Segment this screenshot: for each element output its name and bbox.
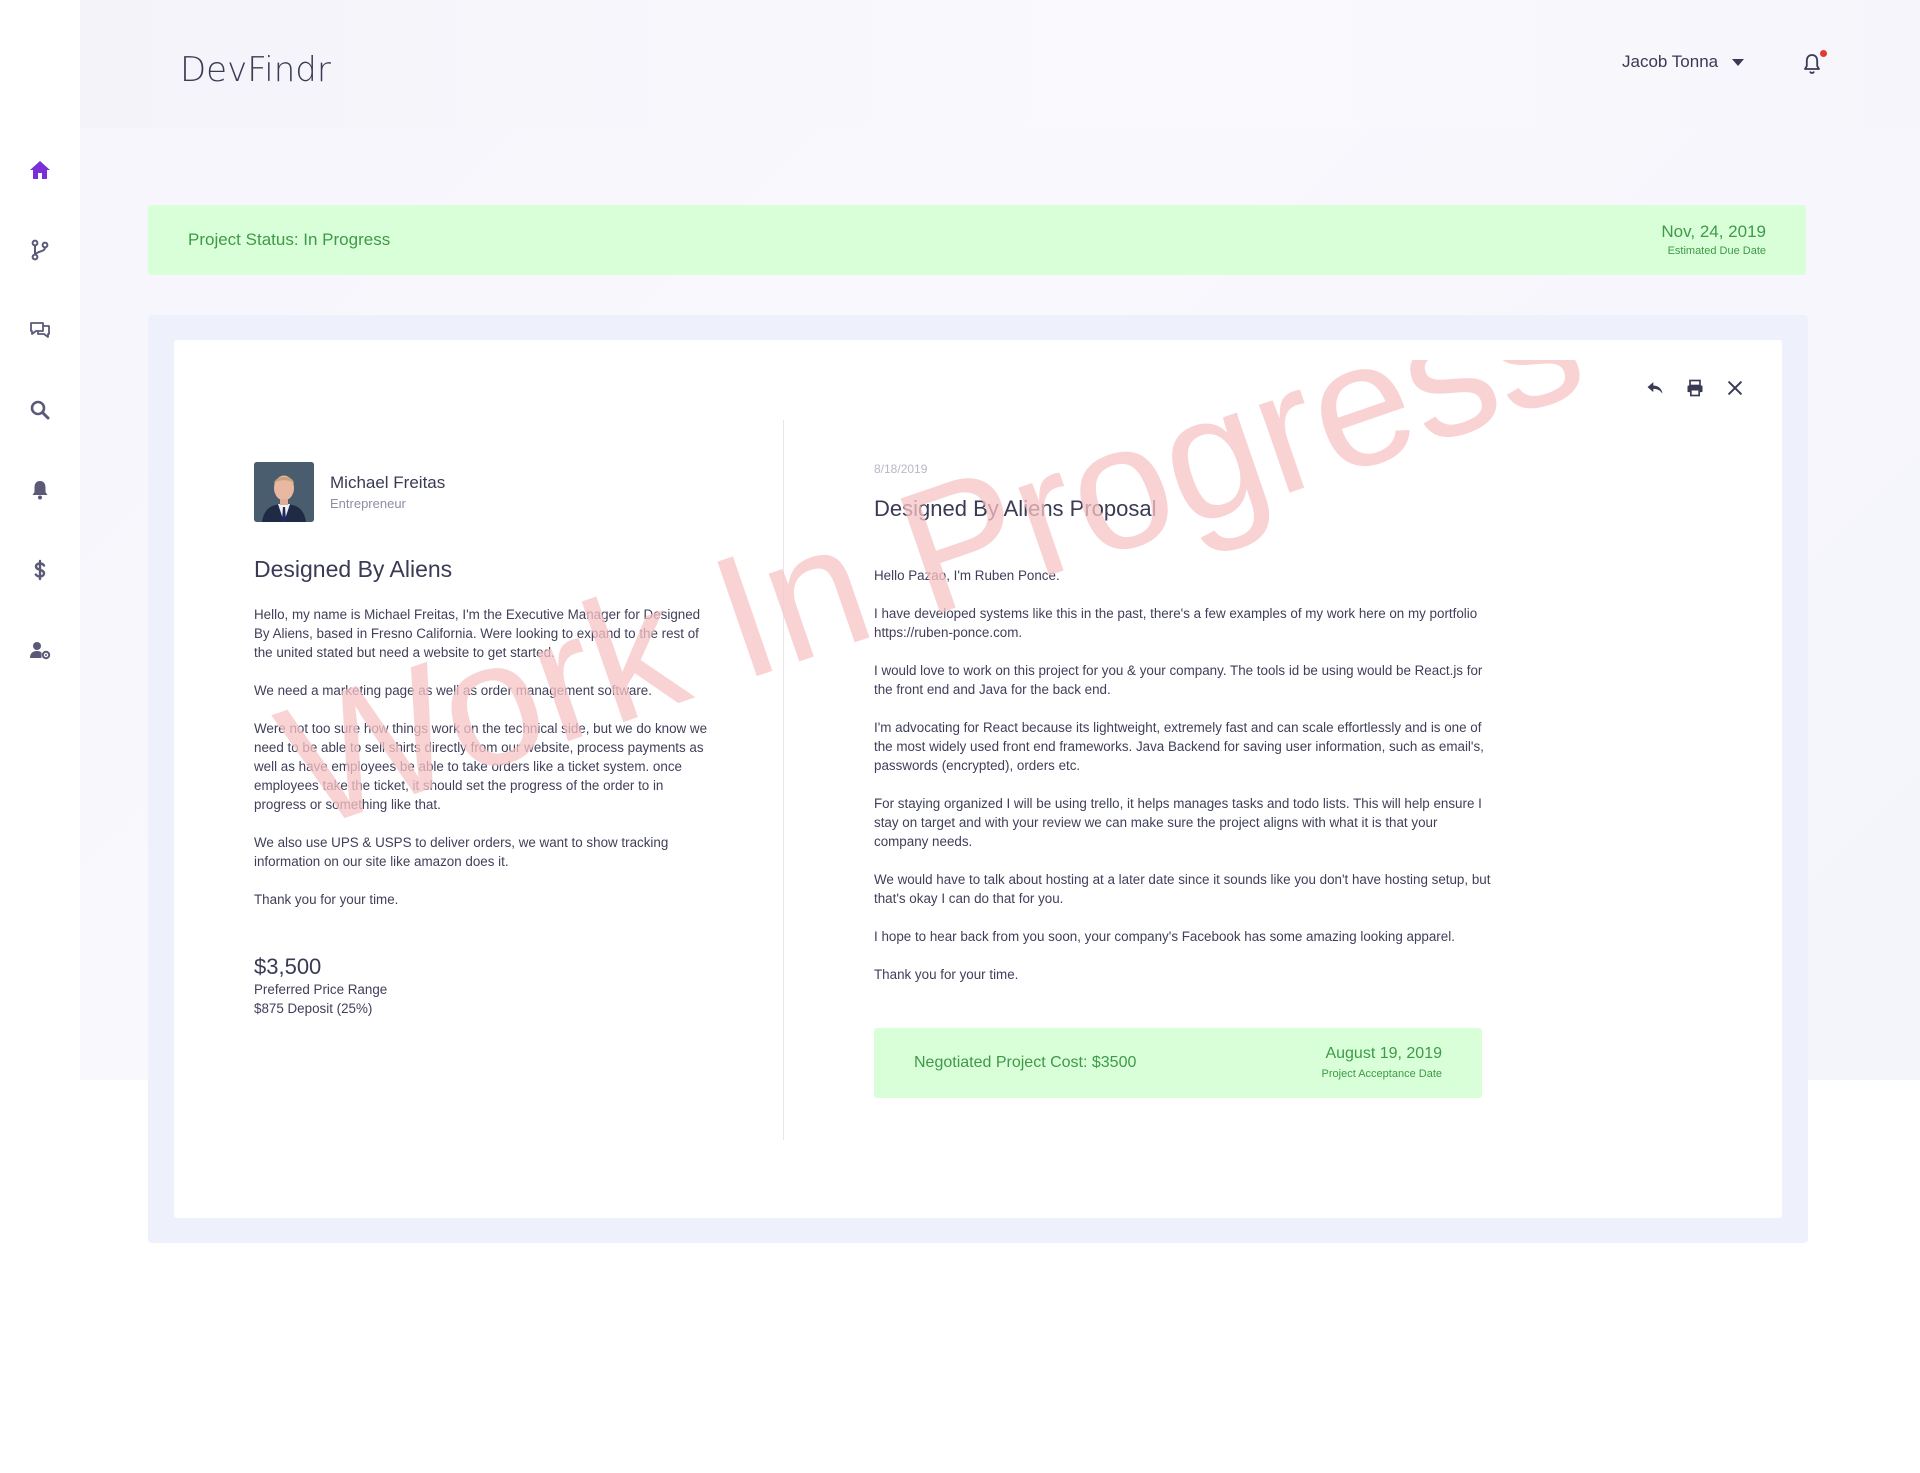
client-paragraph: We also use UPS & USPS to deliver orders… [254,835,669,869]
acceptance-date-label: Project Acceptance Date [1321,1068,1442,1080]
estimated-due-date-label: Estimated Due Date [1667,245,1766,257]
user-name: Jacob Tonna [1622,52,1719,71]
client-paragraph: Thank you for your time. [254,892,399,907]
nav-account-settings[interactable] [20,630,60,670]
proposal-paragraph: I have developed systems like this in th… [874,606,1478,640]
negotiated-cost-bar: Negotiated Project Cost: $3500 August 19… [874,1028,1482,1098]
client-description: Hello, my name is Michael Freitas, I'm t… [254,605,714,928]
user-menu[interactable]: Jacob Tonna [1622,52,1745,72]
proposal-paragraph: Thank you for your time. [874,967,1019,982]
preferred-price-label: Preferred Price Range [254,982,388,997]
client-paragraph: Hello, my name is Michael Freitas, I'm t… [254,607,701,660]
client-paragraph: We need a marketing page as well as orde… [254,683,652,698]
proposal-paragraph: I would love to work on this project for… [874,663,1483,697]
nav-messages[interactable] [20,310,60,350]
print-icon [1687,379,1703,397]
client-name[interactable]: Michael Freitas [330,473,445,493]
nav-payments[interactable] [20,550,60,590]
client-role: Entrepreneur [330,496,406,511]
client-photo [254,462,314,522]
client-avatar[interactable] [254,462,314,522]
nav-search[interactable] [20,390,60,430]
chevron-down-icon [1732,58,1745,66]
project-status-bar: Project Status: In Progress Nov, 24, 201… [148,205,1806,275]
nav-projects[interactable] [20,230,60,270]
proposal-paragraph: I'm advocating for React because its lig… [874,720,1484,773]
preferred-price: $3,500 [254,954,322,979]
search-icon [30,400,50,420]
user-settings-icon [30,642,51,660]
client-project-title: Designed By Aliens [254,556,453,582]
proposal-title: Designed By Aliens Proposal [874,496,1157,521]
chat-icon [30,322,50,338]
nav-home[interactable] [20,150,60,190]
deposit-amount: $875 Deposit (25%) [254,1001,373,1016]
negotiated-cost-text: Negotiated Project Cost: $3500 [914,1054,1137,1071]
project-status-text: Project Status: In Progress [188,230,391,249]
proposal-date: 8/18/2019 [874,462,928,476]
proposal-paragraph: Hello Pazao, I'm Ruben Ponce. [874,568,1060,583]
dollar-icon [34,559,46,581]
brand-logo[interactable]: DevFindr [180,50,331,90]
bell-icon [32,481,48,500]
estimated-due-date: Nov, 24, 2019 [1661,222,1766,241]
reply-button[interactable] [1642,375,1668,401]
home-icon [30,161,50,179]
proposal-paragraph: I hope to hear back from you soon, your … [874,929,1455,944]
nav-notifications[interactable] [20,470,60,510]
sidebar [0,0,80,1080]
column-divider [783,420,784,1140]
proposal-body: Hello Pazao, I'm Ruben Ponce. I have dev… [874,566,1494,1003]
proposal-paragraph: We would have to talk about hosting at a… [874,872,1491,906]
print-button[interactable] [1682,375,1708,401]
reply-icon [1647,382,1663,394]
close-button[interactable] [1722,375,1748,401]
client-paragraph: Were not too sure how things work on the… [254,721,708,812]
close-icon [1728,381,1742,395]
notification-badge [1820,50,1827,57]
proposal-paragraph: For staying organized I will be using tr… [874,796,1482,849]
git-branch-icon [31,239,49,261]
acceptance-date: August 19, 2019 [1325,1045,1442,1062]
